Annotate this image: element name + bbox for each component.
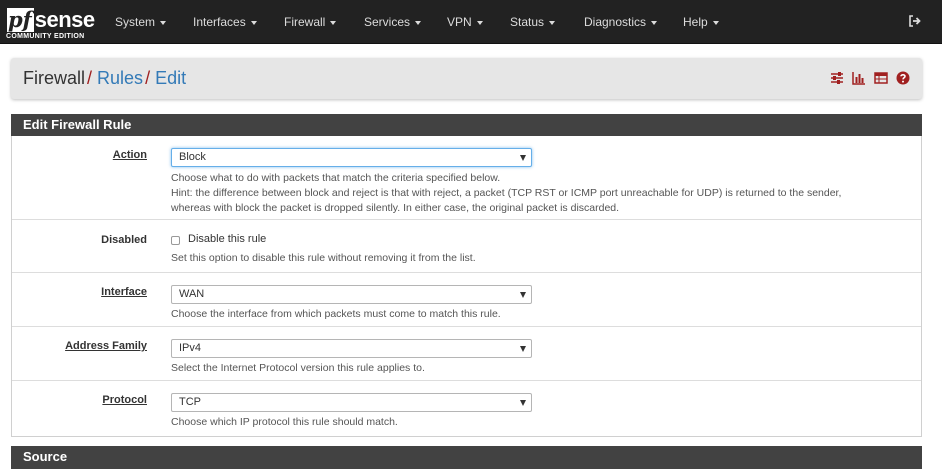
nav-system-menu[interactable]: System <box>115 15 167 29</box>
sign-out-icon[interactable] <box>908 14 922 28</box>
protocol-select-value: TCP <box>179 396 201 408</box>
logo-sense: sense <box>34 7 95 32</box>
breadcrumb-firewall: Firewall <box>23 68 86 88</box>
caret-down-icon <box>549 20 556 25</box>
nav-help-menu[interactable]: Help <box>683 15 719 29</box>
disabled-label: Disabled <box>101 234 147 246</box>
disabled-help: Set this option to disable this rule wit… <box>171 252 476 264</box>
breadcrumb: Firewall / Rules / Edit <box>23 68 186 89</box>
dropdown-arrow-icon <box>520 155 526 161</box>
protocol-label: Protocol <box>102 394 147 406</box>
action-select-value: Block <box>179 151 206 163</box>
address-family-select-value: IPv4 <box>179 342 202 354</box>
disabled-row: Disabled Disable this rule Set this opti… <box>12 220 921 273</box>
caret-down-icon <box>160 20 167 25</box>
breadcrumb-bar: Firewall / Rules / Edit <box>11 58 922 99</box>
action-label: Action <box>112 149 147 161</box>
address-family-row: Address Family IPv4 Select the Internet … <box>12 327 921 381</box>
disable-rule-checkbox[interactable] <box>171 236 180 245</box>
action-help-line-3: whereas with block the packet is dropped… <box>171 202 620 214</box>
nav-status-menu[interactable]: Status <box>510 15 556 29</box>
nav-label: Status <box>510 15 545 29</box>
table-icon[interactable] <box>874 71 888 85</box>
nav-label: Diagnostics <box>584 15 647 29</box>
pfsense-logo[interactable]: pf sense COMMUNITY EDITION <box>6 6 95 42</box>
source-panel-heading: Source <box>11 446 922 469</box>
action-help-line-1: Choose what to do with packets that matc… <box>171 172 501 184</box>
breadcrumb-shortcuts <box>830 71 910 85</box>
dropdown-arrow-icon <box>520 292 526 298</box>
logo-pf: pf <box>7 7 34 32</box>
nav-label: System <box>115 15 156 29</box>
caret-down-icon <box>250 20 257 25</box>
caret-down-icon <box>712 20 719 25</box>
logo-wordmark: pf sense <box>7 6 95 32</box>
action-help-line-2: Hint: the difference between block and r… <box>171 187 842 199</box>
interface-row: Interface WAN Choose the interface from … <box>12 273 921 327</box>
interface-select-value: WAN <box>179 288 205 300</box>
protocol-row: Protocol TCP Choose which IP protocol th… <box>12 381 921 435</box>
interface-help: Choose the interface from which packets … <box>171 308 501 320</box>
question-circle-icon[interactable] <box>896 71 910 85</box>
disable-rule-checkbox-label[interactable]: Disable this rule <box>188 233 266 245</box>
edit-rule-panel-heading: Edit Firewall Rule <box>11 114 922 136</box>
sliders-icon[interactable] <box>830 71 844 85</box>
breadcrumb-separator: / <box>87 68 93 88</box>
nav-diagnostics-menu[interactable]: Diagnostics <box>584 15 658 29</box>
nav-vpn-menu[interactable]: VPN <box>447 15 483 29</box>
dropdown-arrow-icon <box>520 400 526 406</box>
action-select[interactable]: Block <box>171 148 532 167</box>
nav-label: Services <box>364 15 411 29</box>
address-family-help: Select the Internet Protocol version thi… <box>171 362 425 374</box>
nav-label: Interfaces <box>193 15 246 29</box>
breadcrumb-edit-link[interactable]: Edit <box>155 68 186 88</box>
bar-chart-icon[interactable] <box>852 71 866 85</box>
interface-label: Interface <box>101 286 147 298</box>
logo-edition: COMMUNITY EDITION <box>6 33 85 40</box>
address-family-select[interactable]: IPv4 <box>171 339 532 358</box>
nav-label: Firewall <box>284 15 326 29</box>
caret-down-icon <box>476 20 483 25</box>
interface-select[interactable]: WAN <box>171 285 532 304</box>
protocol-select[interactable]: TCP <box>171 393 532 412</box>
nav-services-menu[interactable]: Services <box>364 15 422 29</box>
breadcrumb-separator: / <box>145 68 151 88</box>
caret-down-icon <box>651 20 658 25</box>
caret-down-icon <box>415 20 422 25</box>
edit-rule-panel-body: Action Block Choose what to do with pack… <box>11 136 922 437</box>
nav-firewall-menu[interactable]: Firewall <box>284 15 337 29</box>
caret-down-icon <box>330 20 337 25</box>
nav-label: VPN <box>447 15 472 29</box>
breadcrumb-rules-link[interactable]: Rules <box>97 68 143 88</box>
top-navbar: pf sense COMMUNITY EDITION System Interfa… <box>0 0 942 44</box>
nav-label: Help <box>683 15 708 29</box>
dropdown-arrow-icon <box>520 346 526 352</box>
action-row: Action Block Choose what to do with pack… <box>12 136 921 220</box>
address-family-label: Address Family <box>65 340 147 352</box>
protocol-help: Choose which IP protocol this rule shoul… <box>171 416 398 428</box>
nav-interfaces-menu[interactable]: Interfaces <box>193 15 257 29</box>
